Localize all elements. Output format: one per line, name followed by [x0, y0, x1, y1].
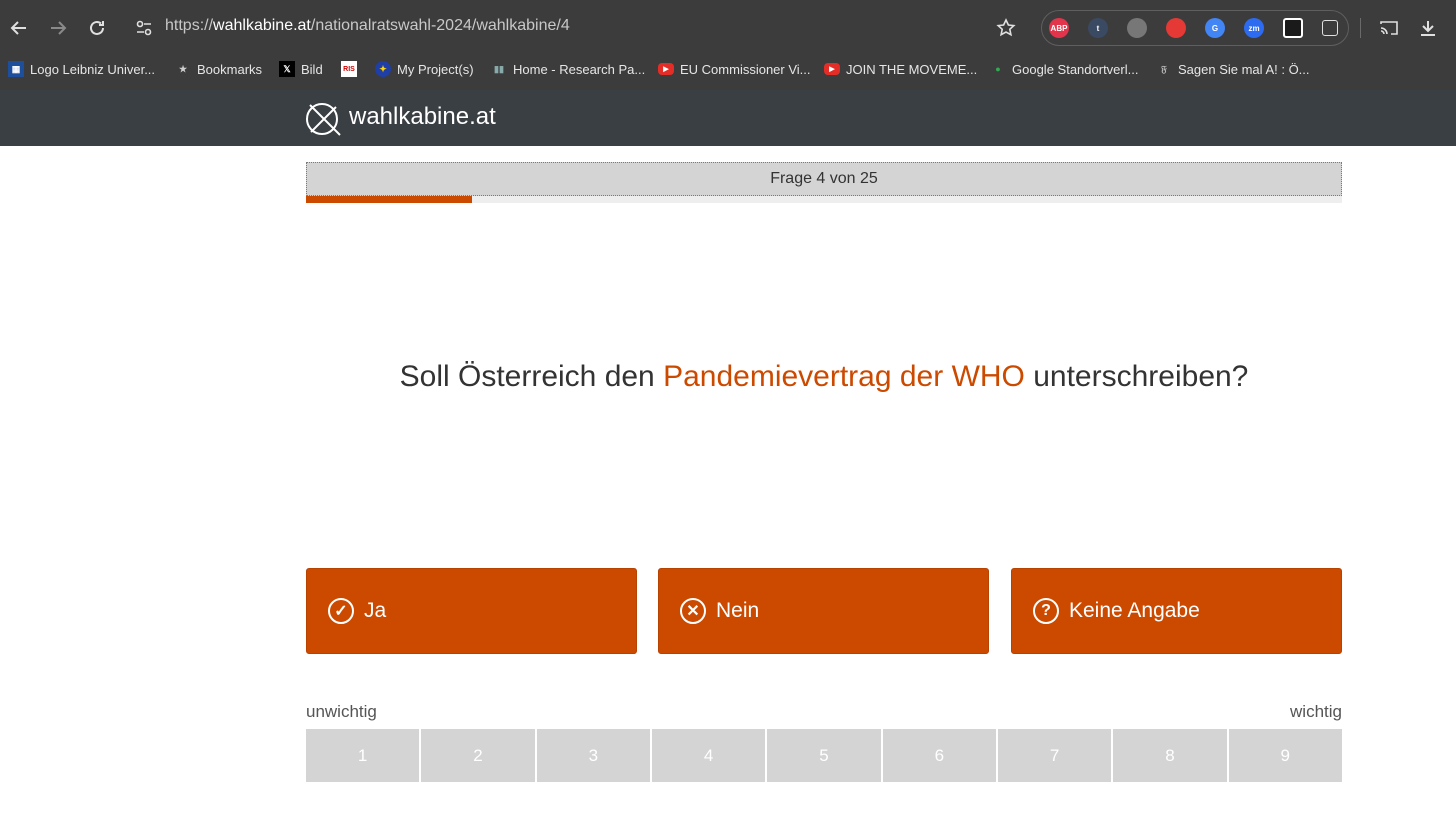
importance-level-7[interactable]: 7: [997, 729, 1114, 782]
tumblr-icon[interactable]: t: [1088, 18, 1108, 38]
bookmark-label: My Project(s): [397, 61, 474, 77]
importance-level-6[interactable]: 6: [882, 729, 998, 782]
bookmark-label: Bild: [301, 61, 323, 77]
bookmark-item[interactable]: RIS: [341, 60, 357, 78]
tune-icon: [136, 20, 152, 36]
zoom-icon[interactable]: zm: [1244, 18, 1264, 38]
bookmark-item[interactable]: 𝕏 Bild: [279, 60, 323, 78]
answer-yes-button[interactable]: ✓ Ja: [306, 568, 637, 654]
bookmark-item[interactable]: ▮▮ Home - Research Pa...: [491, 60, 645, 78]
star-icon: ★: [178, 63, 188, 74]
downloads-button[interactable]: [1414, 14, 1442, 42]
progress-text: Frage 4 von 25: [770, 170, 878, 187]
question-text: Soll Österreich den Pandemievertrag der …: [306, 360, 1342, 394]
answer-label: Keine Angabe: [1069, 599, 1200, 622]
bookmark-item[interactable]: ▦ Logo Leibniz Univer...: [8, 60, 155, 78]
importance-scale: 123456789: [306, 729, 1342, 782]
bookmark-star-button[interactable]: [992, 14, 1020, 42]
importance-level-2[interactable]: 2: [421, 729, 537, 782]
arrow-right-icon: [51, 21, 67, 35]
answer-label: Nein: [716, 599, 760, 622]
address-bar[interactable]: https://wahlkabine.at/nationalratswahl-2…: [165, 17, 570, 35]
answer-no-opinion-button[interactable]: ? Keine Angabe: [1011, 568, 1342, 654]
eu-flag-icon: ✦: [375, 61, 391, 77]
cast-button[interactable]: [1375, 14, 1403, 42]
site-header: [0, 90, 1456, 146]
bookmark-item[interactable]: 𝔉 Sagen Sie mal A! : Ö...: [1156, 60, 1310, 78]
reload-button[interactable]: [83, 14, 111, 42]
bookmark-item[interactable]: ● Google Standortverl...: [990, 60, 1138, 78]
importance-level-3[interactable]: 3: [536, 729, 652, 782]
adblock-plus-icon[interactable]: ABP: [1049, 18, 1069, 38]
question-before: Soll Österreich den: [399, 360, 664, 393]
x-circle-icon: ✕: [680, 598, 706, 624]
bookmark-label: Logo Leibniz Univer...: [30, 61, 156, 77]
arrow-left-icon: [10, 21, 26, 35]
google-translate-icon[interactable]: G: [1205, 18, 1225, 38]
bookmark-label: Google Standortverl...: [1012, 61, 1139, 77]
ballot-cross-logo-icon[interactable]: [305, 99, 343, 137]
importance-low-label: unwichtig: [306, 702, 377, 721]
sync-icon[interactable]: [1166, 18, 1186, 38]
bookmark-label: Bookmarks: [197, 61, 263, 77]
x-icon: 𝕏: [279, 61, 295, 77]
answer-no-button[interactable]: ✕ Nein: [658, 568, 989, 654]
question-after: unterschreiben?: [1024, 360, 1249, 393]
importance-level-5[interactable]: 5: [767, 729, 883, 782]
bookmark-label: Home - Research Pa...: [513, 61, 646, 77]
pie-chart-icon[interactable]: [1127, 18, 1147, 38]
url-prefix: https://: [165, 17, 214, 34]
bookmark-item[interactable]: ★ Bookmarks: [175, 60, 262, 78]
bookmark-label: EU Commissioner Vi...: [680, 61, 811, 77]
question-circle-icon: ?: [1033, 598, 1059, 624]
star-icon: [996, 18, 1016, 37]
puzzle-icon[interactable]: [1322, 20, 1338, 36]
site-name[interactable]: wahlkabine.at: [349, 103, 496, 131]
site-info-button[interactable]: [130, 14, 158, 42]
url-host: wahlkabine.at: [213, 17, 311, 34]
leibniz-logo-icon: ▦: [8, 61, 24, 77]
reload-icon: [90, 20, 104, 35]
youtube-icon: ▶: [658, 63, 674, 75]
bookmark-item[interactable]: ▶ EU Commissioner Vi...: [658, 60, 811, 78]
bookmark-label: Sagen Sie mal A! : Ö...: [1178, 61, 1310, 77]
importance-level-9[interactable]: 9: [1228, 729, 1342, 782]
answer-label: Ja: [364, 599, 387, 622]
bookmark-item[interactable]: ✦ My Project(s): [375, 60, 474, 78]
play-extension-icon[interactable]: [1283, 18, 1303, 38]
bookmark-label: JOIN THE MOVEME...: [846, 61, 978, 77]
fraktur-icon: 𝔉: [1161, 63, 1167, 74]
check-circle-icon: ✓: [328, 598, 354, 624]
importance-level-1[interactable]: 1: [306, 729, 422, 782]
maps-pin-icon: ●: [995, 64, 1001, 74]
toolbar-divider: [1360, 18, 1361, 38]
cast-icon: [1380, 21, 1398, 35]
progress-bar: [306, 196, 1342, 203]
url-path: /nationalratswahl-2024/wahlkabine/4: [310, 17, 570, 34]
forward-button[interactable]: [44, 14, 72, 42]
research-icon: ▮▮: [494, 63, 504, 74]
question-highlight[interactable]: Pandemievertrag der WHO: [663, 360, 1025, 393]
progress-bar-fill: [306, 196, 472, 203]
importance-level-4[interactable]: 4: [651, 729, 768, 782]
importance-high-label: wichtig: [1290, 702, 1342, 721]
download-icon: [1421, 21, 1435, 36]
youtube-icon: ▶: [824, 63, 840, 75]
ris-icon: RIS: [341, 61, 357, 77]
importance-level-8[interactable]: 8: [1113, 729, 1229, 782]
bookmark-item[interactable]: ▶ JOIN THE MOVEME...: [824, 60, 977, 78]
question-progress-label: Frage 4 von 25: [306, 162, 1342, 196]
back-button[interactable]: [5, 14, 33, 42]
